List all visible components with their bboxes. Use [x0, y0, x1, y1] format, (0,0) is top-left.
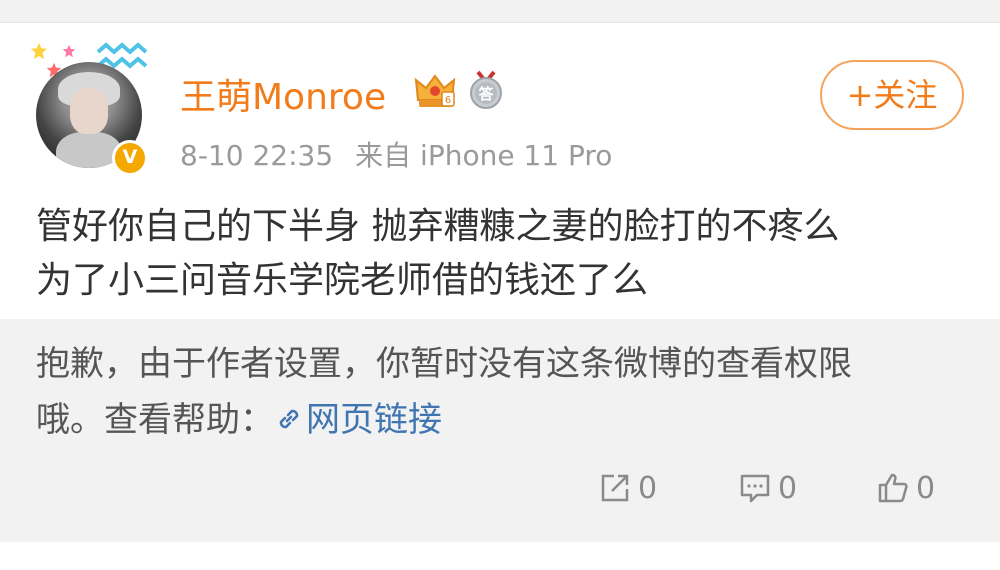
svg-text:答: 答: [478, 85, 494, 103]
svg-text:6: 6: [445, 95, 451, 106]
comment-button[interactable]: 0: [738, 468, 797, 508]
web-link-label[interactable]: 网页链接: [306, 400, 442, 440]
post-text-line: 管好你自己的下半身 抛弃糟糠之妻的脸打的不疼么: [36, 206, 840, 247]
crown-icon: 6: [414, 74, 456, 107]
follow-button[interactable]: +关注: [820, 60, 964, 130]
star-decoration-icon: [30, 42, 48, 60]
link-icon: [279, 409, 299, 429]
answer-medal-icon: 答: [470, 70, 502, 109]
permission-notice: 抱歉，由于作者设置，你暂时没有这条微博的查看权限 哦。查看帮助： 网页链接: [36, 336, 986, 448]
top-divider-strip: [0, 0, 1000, 23]
comment-count: 0: [778, 470, 798, 506]
web-link[interactable]: 网页链接: [274, 400, 442, 440]
post-source: 来自 iPhone 11 Pro: [355, 139, 613, 172]
repost-icon: [601, 474, 629, 502]
action-bar: 0 0 0: [0, 468, 1000, 508]
notice-help-prefix: 哦。查看帮助：: [36, 400, 274, 440]
bottom-strip: [0, 542, 1000, 570]
star-decoration-icon: [62, 44, 76, 58]
avatar-container[interactable]: V: [26, 42, 150, 176]
repost-count: 0: [638, 470, 658, 506]
post-text: 管好你自己的下半身 抛弃糟糠之妻的脸打的不疼么 为了小三问音乐学院老师借的钱还了…: [36, 200, 986, 308]
notice-line: 哦。查看帮助： 网页链接: [36, 392, 986, 448]
like-count: 0: [916, 470, 936, 506]
like-button[interactable]: 0: [876, 468, 935, 508]
post-meta: 8-10 22:35 来自 iPhone 11 Pro: [180, 134, 612, 174]
comment-icon: [740, 474, 770, 503]
post-text-line: 为了小三问音乐学院老师借的钱还了么: [36, 260, 649, 301]
username[interactable]: 王萌Monroe: [180, 68, 386, 120]
notice-line: 抱歉，由于作者设置，你暂时没有这条微博的查看权限: [36, 344, 852, 384]
repost-button[interactable]: 0: [598, 468, 657, 508]
post-time: 8-10 22:35: [180, 139, 334, 172]
verified-v-icon: V: [112, 140, 148, 176]
thumbs-up-icon: [878, 473, 908, 503]
